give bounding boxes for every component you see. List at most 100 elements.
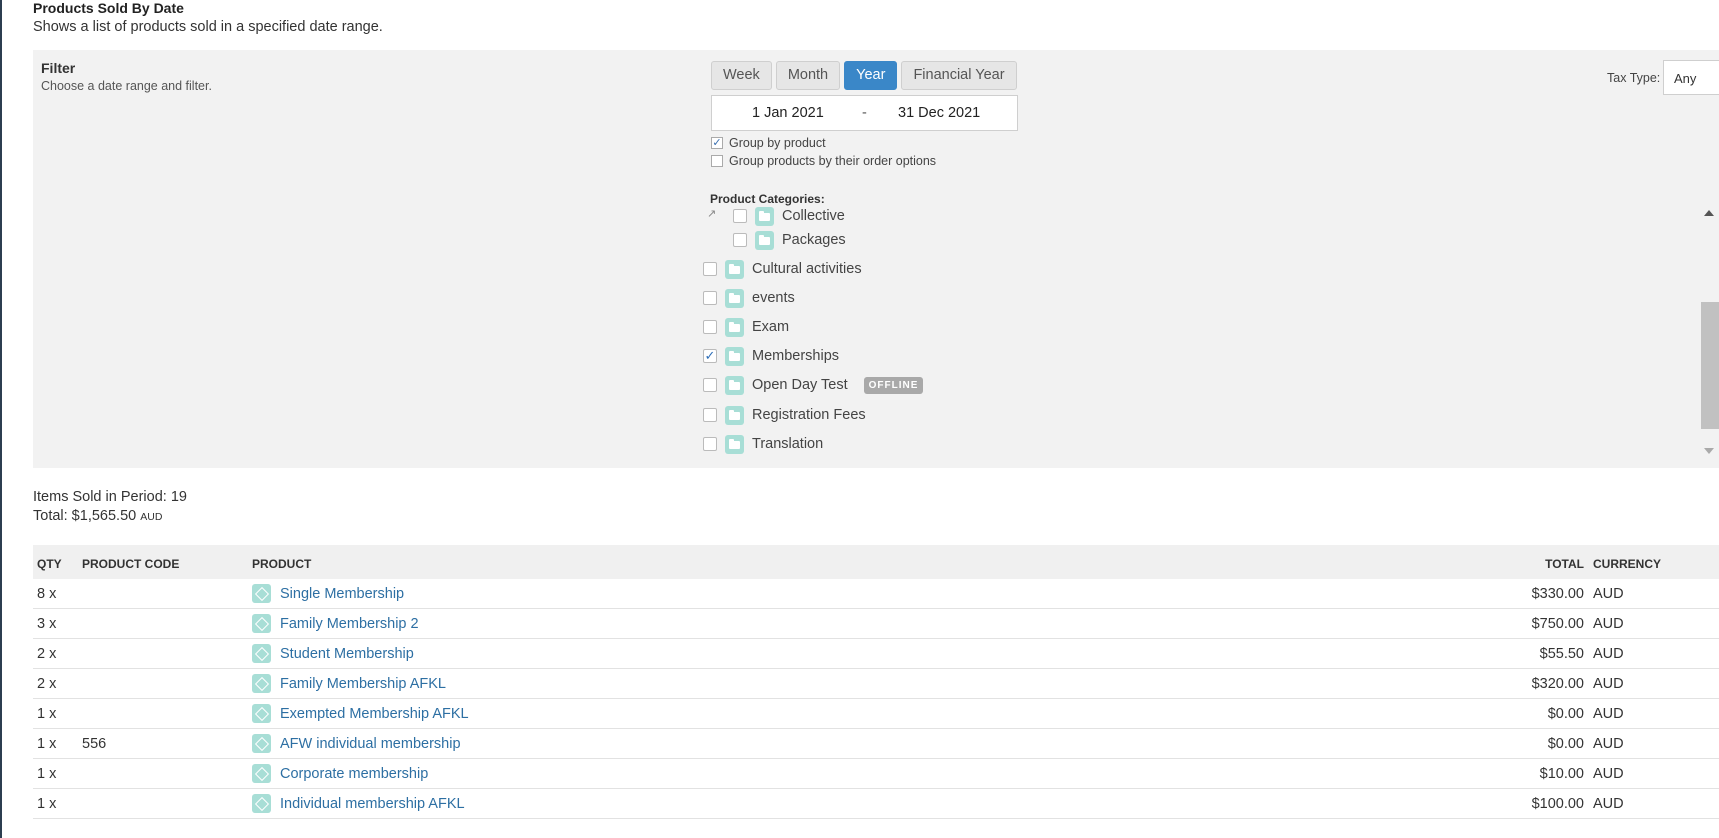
total-currency: AUD bbox=[140, 511, 163, 523]
total-cell: $55.50 bbox=[1539, 646, 1584, 662]
total-amount: Total: $1,565.50 bbox=[33, 508, 137, 524]
group-by-product-option[interactable]: ✓ Group by product bbox=[711, 136, 826, 150]
category-item[interactable]: events bbox=[703, 287, 795, 309]
category-item[interactable]: Open Day Test OFFLINE bbox=[703, 374, 924, 396]
category-item[interactable]: Registration Fees bbox=[703, 404, 866, 426]
category-checkbox[interactable] bbox=[703, 262, 717, 276]
filter-title: Filter bbox=[41, 60, 76, 76]
category-checkbox[interactable] bbox=[703, 378, 717, 392]
total-cell: $320.00 bbox=[1531, 676, 1584, 692]
expand-arrow-icon[interactable]: ↗ bbox=[707, 207, 716, 220]
product-link[interactable]: Family Membership 2 bbox=[280, 616, 419, 632]
table-row: 1 x 556 AFW individual membership $0.00 … bbox=[33, 729, 1719, 759]
folder-icon bbox=[755, 206, 774, 226]
category-checkbox[interactable] bbox=[703, 408, 717, 422]
currency-cell: AUD bbox=[1593, 676, 1624, 692]
product-box-icon bbox=[252, 584, 271, 603]
qty-cell: 1 x bbox=[37, 706, 57, 722]
category-checkbox[interactable] bbox=[733, 233, 747, 247]
category-item[interactable]: ↗ Collective bbox=[703, 205, 845, 227]
total-cell: $330.00 bbox=[1531, 586, 1584, 602]
tax-type-select[interactable]: Any bbox=[1663, 60, 1719, 95]
qty-cell: 1 x bbox=[37, 796, 57, 812]
scroll-thumb[interactable] bbox=[1701, 302, 1719, 429]
folder-icon bbox=[755, 230, 774, 250]
table-row: 8 x Single Membership $330.00 AUD bbox=[33, 579, 1719, 609]
offline-badge: OFFLINE bbox=[863, 376, 924, 394]
folder-icon bbox=[725, 405, 744, 425]
product-link[interactable]: Corporate membership bbox=[280, 766, 428, 782]
header-qty: QTY bbox=[37, 557, 62, 571]
total-cell: $100.00 bbox=[1531, 796, 1584, 812]
folder-icon bbox=[725, 259, 744, 279]
product-link[interactable]: Single Membership bbox=[280, 586, 404, 602]
scroll-up-icon[interactable] bbox=[1704, 210, 1714, 216]
category-checkbox[interactable]: ✓ bbox=[703, 349, 717, 363]
date-range-field[interactable]: 1 Jan 2021 - 31 Dec 2021 bbox=[711, 95, 1018, 131]
results-table: QTY PRODUCT CODE PRODUCT TOTAL CURRENCY … bbox=[33, 545, 1719, 819]
category-label: Cultural activities bbox=[752, 261, 862, 277]
category-item[interactable]: Cultural activities bbox=[703, 258, 862, 280]
window-edge bbox=[0, 0, 2, 838]
category-checkbox[interactable] bbox=[703, 320, 717, 334]
page-title: Products Sold By Date bbox=[33, 0, 184, 16]
filter-panel: Filter Choose a date range and filter. W… bbox=[33, 50, 1719, 468]
scroll-down-icon[interactable] bbox=[1704, 448, 1714, 454]
group-by-product-checkbox[interactable]: ✓ bbox=[711, 137, 723, 149]
category-item[interactable]: Translation bbox=[703, 433, 823, 455]
product-box-icon bbox=[252, 704, 271, 723]
total-summary: Total: $1,565.50 AUD bbox=[33, 508, 162, 524]
date-start[interactable]: 1 Jan 2021 bbox=[752, 105, 824, 121]
category-checkbox[interactable] bbox=[703, 291, 717, 305]
product-link[interactable]: Family Membership AFKL bbox=[280, 676, 446, 692]
table-row: 1 x Exempted Membership AFKL $0.00 AUD bbox=[33, 699, 1719, 729]
group-by-options-option[interactable]: Group products by their order options bbox=[711, 154, 936, 168]
product-link[interactable]: Student Membership bbox=[280, 646, 414, 662]
folder-icon bbox=[725, 434, 744, 454]
table-header: QTY PRODUCT CODE PRODUCT TOTAL CURRENCY bbox=[33, 545, 1719, 579]
category-item[interactable]: Exam bbox=[703, 316, 789, 338]
qty-cell: 1 x bbox=[37, 736, 57, 752]
header-product-code: PRODUCT CODE bbox=[82, 557, 180, 571]
currency-cell: AUD bbox=[1593, 796, 1624, 812]
category-label: Collective bbox=[782, 208, 845, 224]
page-subtitle: Shows a list of products sold in a speci… bbox=[33, 19, 383, 35]
category-label: events bbox=[752, 290, 795, 306]
product-link[interactable]: Individual membership AFKL bbox=[280, 796, 465, 812]
date-separator: - bbox=[862, 105, 867, 121]
month-button[interactable]: Month bbox=[775, 61, 841, 90]
filter-description: Choose a date range and filter. bbox=[41, 79, 212, 93]
header-total: TOTAL bbox=[1545, 557, 1584, 571]
year-button[interactable]: Year bbox=[844, 61, 898, 90]
product-box-icon bbox=[252, 764, 271, 783]
code-cell: 556 bbox=[82, 736, 107, 752]
product-link[interactable]: Exempted Membership AFKL bbox=[280, 706, 469, 722]
currency-cell: AUD bbox=[1593, 616, 1624, 632]
category-tree[interactable]: ↗ Collective Packages Cultural activitie… bbox=[703, 205, 1719, 468]
product-box-icon bbox=[252, 734, 271, 753]
category-item[interactable]: ✓ Memberships bbox=[703, 345, 839, 367]
header-currency: CURRENCY bbox=[1593, 557, 1662, 571]
category-scrollbar[interactable] bbox=[1700, 208, 1719, 458]
currency-cell: AUD bbox=[1593, 766, 1624, 782]
category-item[interactable]: Packages bbox=[733, 229, 846, 251]
period-button-group: Week Month Year Financial Year bbox=[711, 61, 1017, 90]
product-box-icon bbox=[252, 674, 271, 693]
folder-icon bbox=[725, 317, 744, 337]
product-box-icon bbox=[252, 794, 271, 813]
product-link[interactable]: AFW individual membership bbox=[280, 736, 461, 752]
category-label: Exam bbox=[752, 319, 790, 335]
category-label: Memberships bbox=[752, 348, 840, 364]
date-end[interactable]: 31 Dec 2021 bbox=[898, 105, 980, 121]
table-row: 2 x Student Membership $55.50 AUD bbox=[33, 639, 1719, 669]
category-checkbox[interactable] bbox=[703, 437, 717, 451]
currency-cell: AUD bbox=[1593, 646, 1624, 662]
group-by-options-checkbox[interactable] bbox=[711, 155, 723, 167]
qty-cell: 8 x bbox=[37, 586, 57, 602]
table-row: 3 x Family Membership 2 $750.00 AUD bbox=[33, 609, 1719, 639]
qty-cell: 2 x bbox=[37, 646, 57, 662]
category-checkbox[interactable] bbox=[733, 209, 747, 223]
category-label: Open Day Test bbox=[752, 377, 848, 393]
financial-year-button[interactable]: Financial Year bbox=[901, 61, 1017, 90]
week-button[interactable]: Week bbox=[711, 61, 772, 90]
